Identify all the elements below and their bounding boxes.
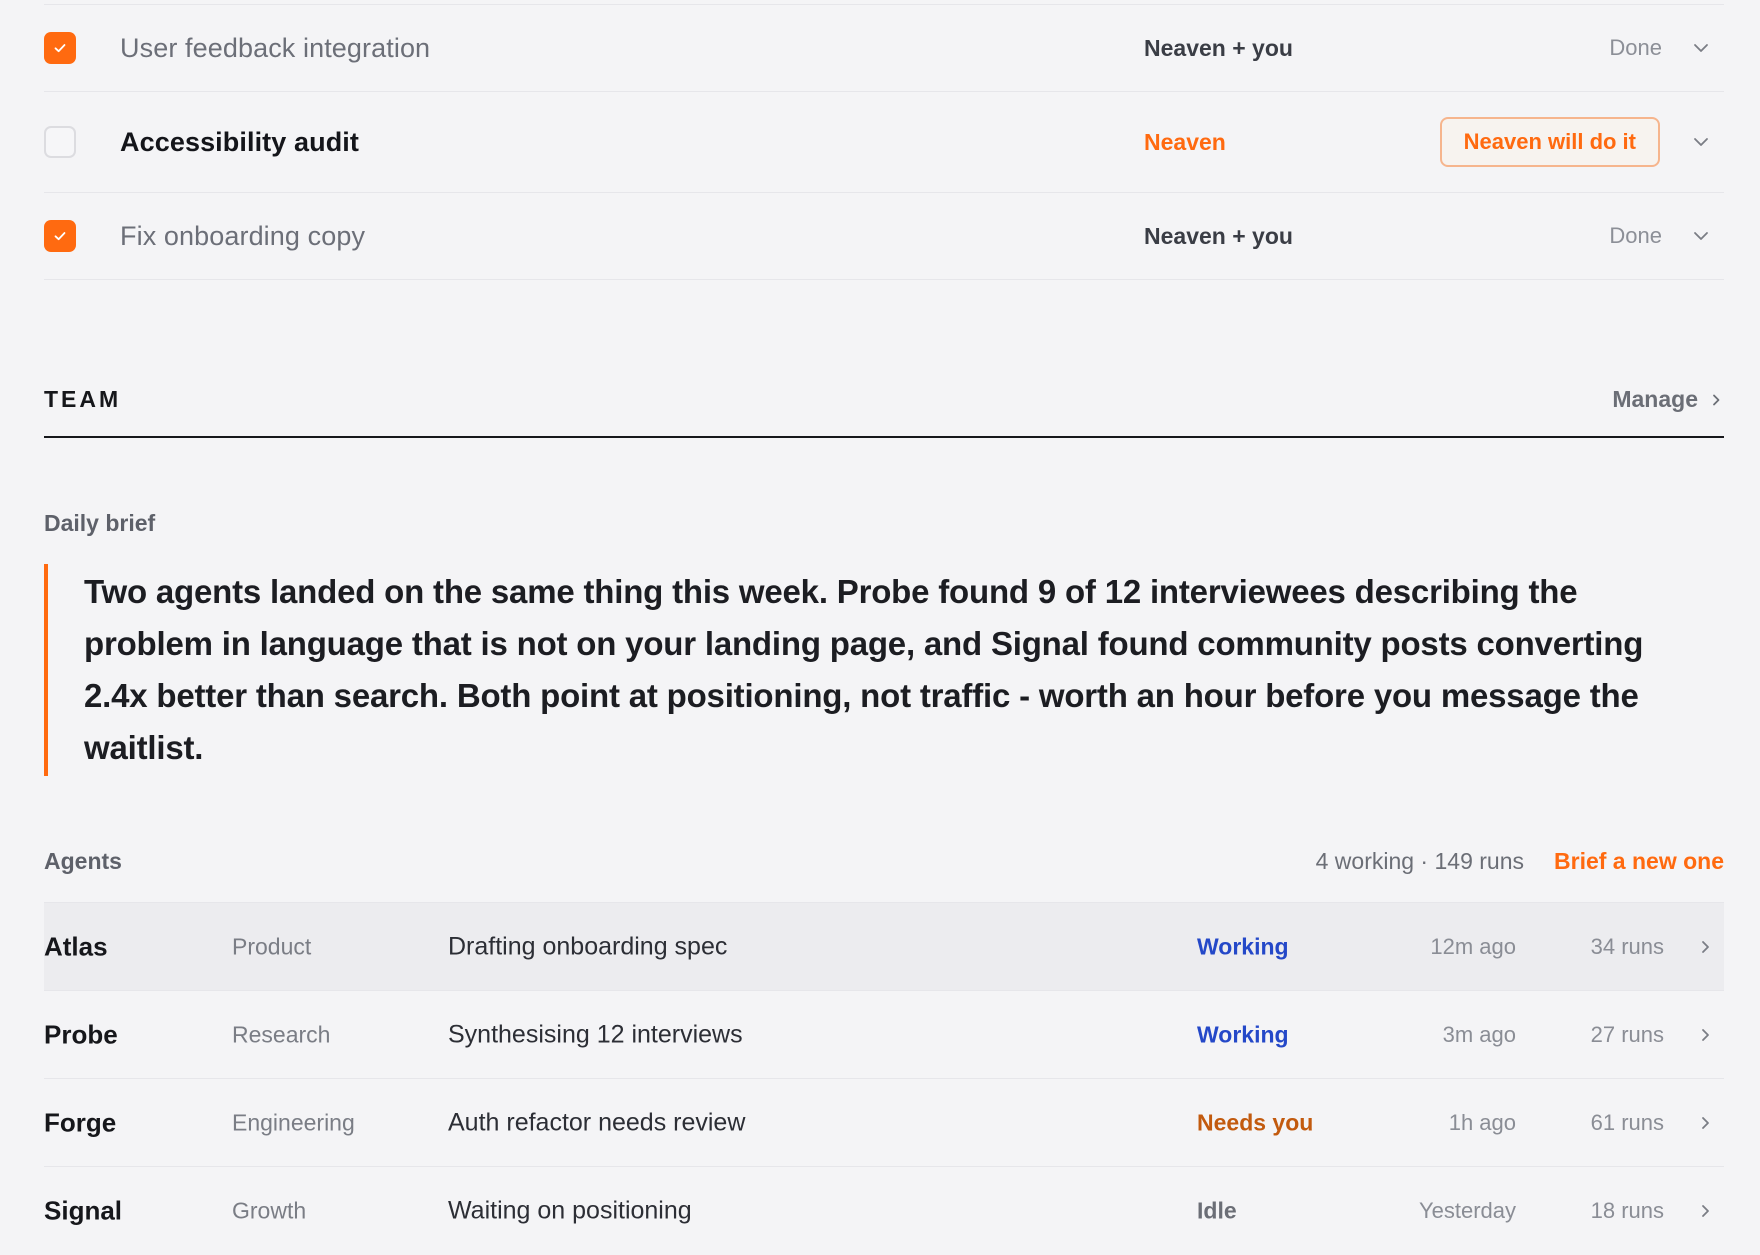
agent-name: Atlas xyxy=(44,931,108,961)
agents-summary: 4 working · 149 runs xyxy=(1315,848,1524,874)
chevron-down-icon[interactable] xyxy=(1690,131,1712,153)
agent-status: Needs you xyxy=(1197,1109,1314,1135)
delegate-button[interactable]: Neaven will do it xyxy=(1439,117,1660,167)
agent-status: Working xyxy=(1197,933,1289,959)
section-title: TEAM xyxy=(44,386,122,412)
chevron-right-icon xyxy=(1702,1028,1709,1041)
agents-header: Agents 4 working · 149 runs Brief a new … xyxy=(44,844,1724,903)
check-icon xyxy=(54,44,66,53)
agent-task: Waiting on positioning xyxy=(448,1196,692,1225)
agent-last-active: 12m ago xyxy=(1430,933,1516,959)
manage-label: Manage xyxy=(1612,386,1698,412)
agent-department: Growth xyxy=(232,1197,307,1224)
task-owner: Neaven xyxy=(1144,128,1226,155)
task-owner: Neaven + you xyxy=(1144,34,1293,61)
agent-department: Research xyxy=(232,1021,331,1047)
daily-brief-label: Daily brief xyxy=(44,510,156,536)
daily-brief-text: Two agents landed on the same thing this… xyxy=(84,573,1644,766)
task-row[interactable]: Accessibility audit Neaven Neaven will d… xyxy=(44,92,1724,193)
agent-status: Idle xyxy=(1197,1197,1237,1224)
agent-department: Engineering xyxy=(232,1109,355,1135)
task-status: Done xyxy=(1609,223,1662,248)
check-icon xyxy=(54,232,66,241)
agent-status: Working xyxy=(1197,1021,1289,1047)
agent-last-active: Yesterday xyxy=(1418,1198,1516,1223)
task-owner: Neaven + you xyxy=(1144,222,1293,249)
agents-title: Agents xyxy=(44,848,122,874)
task-title: Fix onboarding copy xyxy=(120,220,366,251)
agent-row[interactable]: Forge Engineering Auth refactor needs re… xyxy=(44,1079,1724,1167)
agent-task: Drafting onboarding spec xyxy=(448,932,728,960)
brief-new-agent-link[interactable]: Brief a new one xyxy=(1554,848,1724,875)
agent-task: Auth refactor needs review xyxy=(448,1108,746,1136)
agent-runs: 34 runs xyxy=(1590,933,1664,959)
chevron-right-icon xyxy=(1702,1205,1709,1217)
task-title: User feedback integration xyxy=(120,32,431,63)
team-section-header: TEAM Manage xyxy=(44,378,1724,438)
task-status: Done xyxy=(1609,35,1662,60)
chevron-down-icon[interactable] xyxy=(1690,37,1712,59)
agent-task: Synthesising 12 interviews xyxy=(448,1020,743,1048)
daily-brief-quote: Two agents landed on the same thing this… xyxy=(44,564,1724,776)
task-title: Accessibility audit xyxy=(120,126,359,157)
manage-link[interactable]: Manage xyxy=(1612,386,1724,413)
chevron-right-icon xyxy=(1702,1116,1709,1129)
chevron-right-icon xyxy=(1702,940,1709,953)
agent-row[interactable]: Atlas Product Drafting onboarding spec W… xyxy=(44,903,1724,991)
task-checkbox[interactable] xyxy=(44,220,76,252)
agent-last-active: 3m ago xyxy=(1442,1021,1516,1047)
task-row[interactable]: Fix onboarding copy Neaven + you Done xyxy=(44,193,1724,280)
agent-department: Product xyxy=(232,933,312,959)
task-checkbox[interactable] xyxy=(44,32,76,64)
chevron-down-icon[interactable] xyxy=(1690,225,1712,247)
chevron-right-icon xyxy=(1713,394,1720,405)
agent-runs: 61 runs xyxy=(1590,1109,1664,1135)
agent-row[interactable]: Probe Research Synthesising 12 interview… xyxy=(44,991,1724,1079)
agent-name: Signal xyxy=(44,1195,123,1226)
task-row[interactable]: User feedback integration Neaven + you D… xyxy=(44,5,1724,92)
agent-runs: 27 runs xyxy=(1590,1021,1664,1047)
agent-runs: 18 runs xyxy=(1590,1198,1664,1223)
agent-name: Probe xyxy=(44,1019,118,1049)
agent-last-active: 1h ago xyxy=(1448,1109,1516,1135)
agent-row[interactable]: Signal Growth Waiting on positioning Idl… xyxy=(44,1167,1724,1255)
agent-name: Forge xyxy=(44,1107,117,1137)
task-checkbox[interactable] xyxy=(44,126,76,158)
